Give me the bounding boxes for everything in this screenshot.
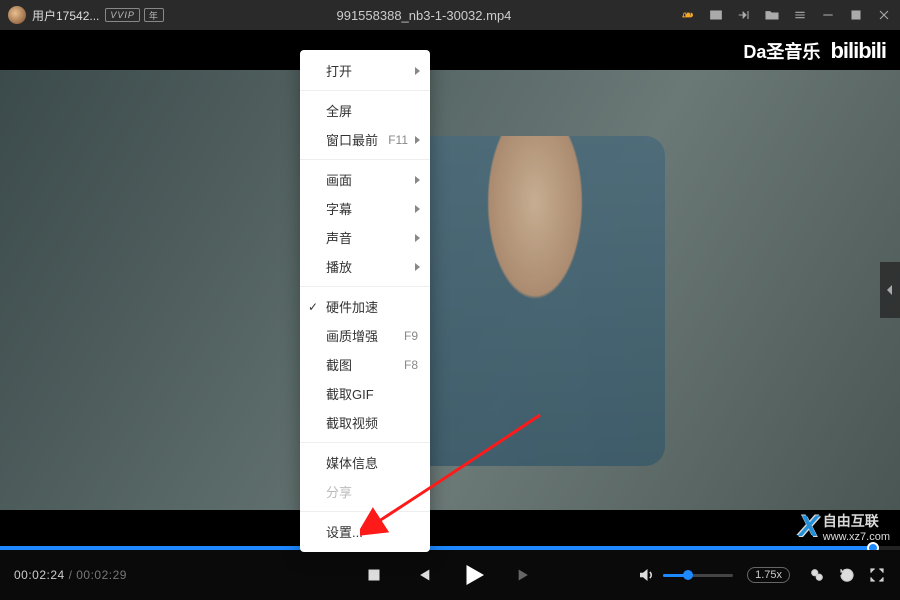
menu-always-top-key: F11 [388,133,408,147]
open-folder-icon[interactable] [764,7,780,23]
menu-open[interactable]: 打开 [300,56,430,85]
menu-subtitle[interactable]: 字幕 [300,194,430,223]
menu-clip-label: 截取视频 [326,413,378,432]
stop-button[interactable] [363,564,385,586]
menu-icon[interactable] [792,7,808,23]
total-time: 00:02:29 [76,568,127,582]
maximize-icon[interactable] [848,7,864,23]
video-area[interactable]: Da圣音乐 bilibili [0,30,900,550]
menu-separator [300,442,430,443]
menu-always-top[interactable]: 窗口最前 F11 [300,125,430,154]
minimize-icon[interactable] [820,7,836,23]
time-display: 00:02:24 / 00:02:29 [14,568,127,582]
source-name: 自由互联 [823,511,890,531]
volume-slider[interactable] [663,574,733,577]
year-badge: 年 [144,8,164,22]
menu-enhance-key: F9 [404,329,418,343]
menu-playback-label: 播放 [326,257,352,276]
volume-control [637,566,733,584]
menu-fullscreen[interactable]: 全屏 [300,96,430,125]
video-content [405,136,665,466]
menu-enhance[interactable]: 画质增强 F9 [300,321,430,350]
gamepad-icon[interactable] [680,7,696,23]
menu-settings-label: 设置... [326,522,363,541]
titlebar-actions [680,7,892,23]
menu-separator [300,159,430,160]
username-label: 用户17542... [32,7,99,24]
playlist-toggle[interactable] [880,262,900,318]
video-frame [0,70,900,510]
bilibili-logo: bilibili [830,38,886,64]
effects-icon[interactable] [808,566,826,584]
playback-controls [363,560,537,590]
menu-always-top-label: 窗口最前 [326,130,378,149]
source-watermark: X 自由互联 www.xz7.com [799,510,890,544]
mini-mode-icon[interactable] [708,7,724,23]
menu-gif[interactable]: 截取GIF [300,379,430,408]
menu-separator [300,511,430,512]
menu-playback[interactable]: 播放 [300,252,430,281]
menu-screenshot[interactable]: 截图 F8 [300,350,430,379]
avatar[interactable] [8,6,26,24]
menu-media-info[interactable]: 媒体信息 [300,448,430,477]
xz7-logo-icon: X [799,510,819,544]
watermark: Da圣音乐 bilibili [743,38,886,64]
menu-fullscreen-label: 全屏 [326,101,352,120]
forward-icon[interactable] [736,7,752,23]
menu-enhance-label: 画质增强 [326,326,378,345]
menu-open-label: 打开 [326,61,352,80]
rotate-icon[interactable] [838,566,856,584]
controls-bar: 00:02:24 / 00:02:29 1.75x [0,550,900,600]
menu-clip[interactable]: 截取视频 [300,408,430,437]
prev-button[interactable] [411,564,433,586]
context-menu: 打开 全屏 窗口最前 F11 画面 字幕 声音 播放 硬件加速 画质增强 F9 截图… [300,50,430,552]
menu-settings[interactable]: 设置... [300,517,430,546]
titlebar: 用户17542... VVIP 年 991558388_nb3-1-30032.… [0,0,900,30]
menu-screenshot-label: 截图 [326,355,352,374]
speed-badge[interactable]: 1.75x [747,567,790,583]
menu-gif-label: 截取GIF [326,384,374,403]
menu-audio-label: 声音 [326,228,352,247]
menu-separator [300,90,430,91]
menu-share-label: 分享 [326,482,352,501]
volume-knob[interactable] [683,570,693,580]
current-time: 00:02:24 [14,568,65,582]
menu-audio[interactable]: 声音 [300,223,430,252]
menu-picture[interactable]: 画面 [300,165,430,194]
menu-screenshot-key: F8 [404,358,418,372]
window-title: 991558388_nb3-1-30032.mp4 [168,8,680,23]
close-icon[interactable] [876,7,892,23]
menu-picture-label: 画面 [326,170,352,189]
menu-hw-accel[interactable]: 硬件加速 [300,292,430,321]
next-button[interactable] [515,564,537,586]
menu-subtitle-label: 字幕 [326,199,352,218]
menu-hw-accel-label: 硬件加速 [326,297,378,316]
menu-share: 分享 [300,477,430,506]
volume-icon[interactable] [637,566,655,584]
fullscreen-icon[interactable] [868,566,886,584]
play-button[interactable] [459,560,489,590]
vip-badge: VVIP [105,8,140,22]
channel-name: Da圣音乐 [743,38,820,64]
menu-separator [300,286,430,287]
right-controls: 1.75x [637,566,886,584]
source-url: www.xz7.com [823,531,890,543]
menu-media-info-label: 媒体信息 [326,453,378,472]
